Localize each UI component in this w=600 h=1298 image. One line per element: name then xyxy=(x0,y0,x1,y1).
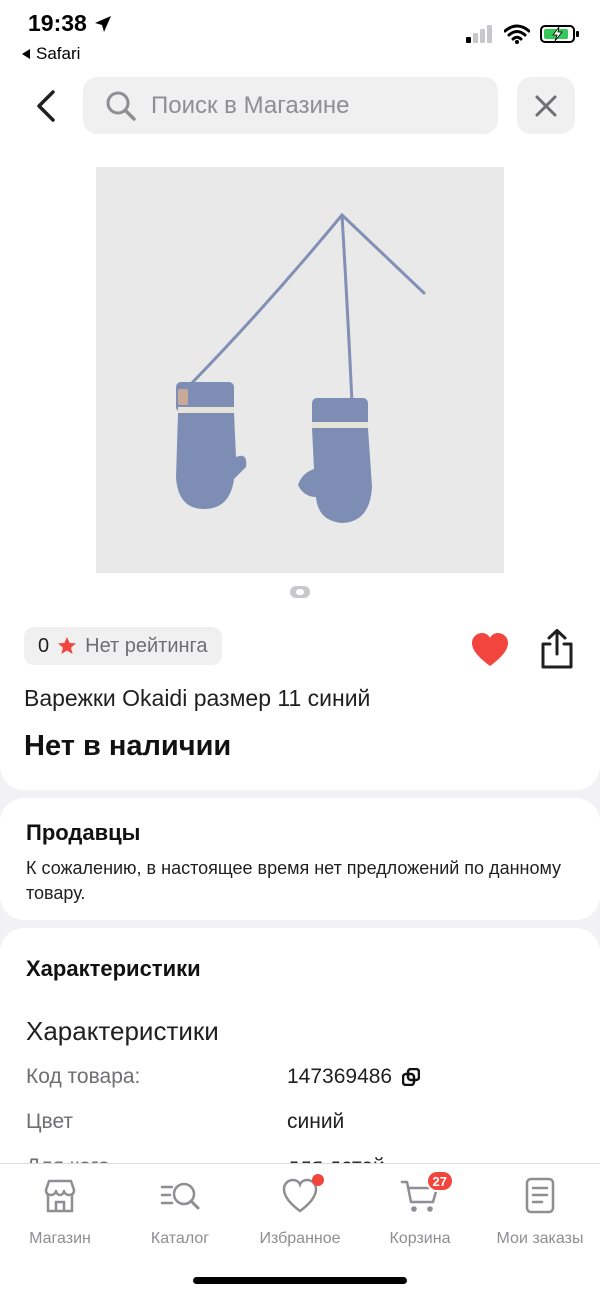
status-time: 19:38 xyxy=(28,10,113,37)
close-button[interactable] xyxy=(517,77,575,134)
back-to-app-link[interactable]: Safari xyxy=(20,44,80,64)
back-triangle-icon xyxy=(22,49,30,59)
search-icon xyxy=(106,91,136,121)
tab-label: Корзина xyxy=(389,1230,451,1247)
tab-cart[interactable]: 27 Корзина xyxy=(360,1170,480,1248)
orders-icon xyxy=(520,1176,560,1216)
spec-key: Цвет xyxy=(26,1110,74,1133)
rating-value: 0 xyxy=(38,634,50,657)
location-arrow-icon xyxy=(94,15,111,32)
catalog-search-icon xyxy=(160,1176,200,1216)
rating-badge[interactable]: 0 Нет рейтинга xyxy=(24,627,222,665)
search-field[interactable]: Поиск в Магазине xyxy=(83,77,498,134)
cellular-signal-icon xyxy=(466,25,492,43)
specs-subheading: Характеристики xyxy=(26,1016,219,1046)
product-image[interactable] xyxy=(96,167,504,573)
sellers-message: К сожалению, в настоящее время нет предл… xyxy=(26,858,562,903)
heart-filled-icon xyxy=(472,633,508,666)
search-placeholder: Поиск в Магазине xyxy=(151,91,350,119)
rating-text: Нет рейтинга xyxy=(85,634,208,657)
sellers-card: Продавцы К сожалению, в настоящее время … xyxy=(0,798,600,920)
chevron-left-icon xyxy=(37,90,55,122)
battery-charging-icon xyxy=(540,25,579,43)
cart-count-badge: 27 xyxy=(425,1170,454,1192)
tab-label: Мои заказы xyxy=(496,1230,584,1247)
tab-label: Магазин xyxy=(29,1230,91,1247)
tab-orders[interactable]: Мои заказы xyxy=(480,1176,600,1248)
product-card: 0 Нет рейтинга Варежки Okaidi размер 11 … xyxy=(0,150,600,790)
status-bar: 19:38 Safari xyxy=(0,0,600,70)
back-button[interactable] xyxy=(26,84,66,128)
image-pager-dot[interactable] xyxy=(290,586,310,598)
heart-icon xyxy=(280,1174,324,1216)
sellers-heading: Продавцы xyxy=(26,820,141,845)
copy-icon[interactable] xyxy=(402,1068,421,1086)
tab-label: Каталог xyxy=(150,1230,210,1247)
specs-card: Характеристики Характеристики Код товара… xyxy=(0,928,600,1188)
share-icon xyxy=(541,629,573,669)
tab-catalog[interactable]: Каталог xyxy=(120,1176,240,1248)
tab-favorites[interactable]: Избранное xyxy=(240,1174,360,1248)
favorite-button[interactable] xyxy=(470,632,510,668)
tab-label: Избранное xyxy=(259,1230,341,1247)
spec-value: 147369486 xyxy=(287,1065,421,1089)
specs-heading: Характеристики xyxy=(26,956,201,981)
star-icon xyxy=(58,637,77,654)
mittens-illustration xyxy=(176,212,426,523)
availability-status: Нет в наличии xyxy=(24,730,232,762)
spec-value: синий xyxy=(287,1110,345,1133)
product-code: 147369486 xyxy=(287,1065,393,1088)
cart-icon: 27 xyxy=(400,1170,454,1216)
home-indicator[interactable] xyxy=(193,1277,407,1284)
back-app-label: Safari xyxy=(36,44,81,63)
store-icon xyxy=(40,1176,80,1216)
product-title: Варежки Okaidi размер 11 синий xyxy=(24,685,371,711)
clock-label: 19:38 xyxy=(28,10,87,36)
top-bar: Поиск в Магазине xyxy=(0,70,600,150)
close-icon xyxy=(535,95,557,116)
tab-store[interactable]: Магазин xyxy=(0,1176,120,1248)
favorites-dot-badge xyxy=(312,1174,324,1186)
spec-key: Код товара: xyxy=(26,1065,141,1088)
system-icons xyxy=(466,24,580,44)
share-button[interactable] xyxy=(536,628,578,670)
wifi-icon xyxy=(504,24,530,44)
